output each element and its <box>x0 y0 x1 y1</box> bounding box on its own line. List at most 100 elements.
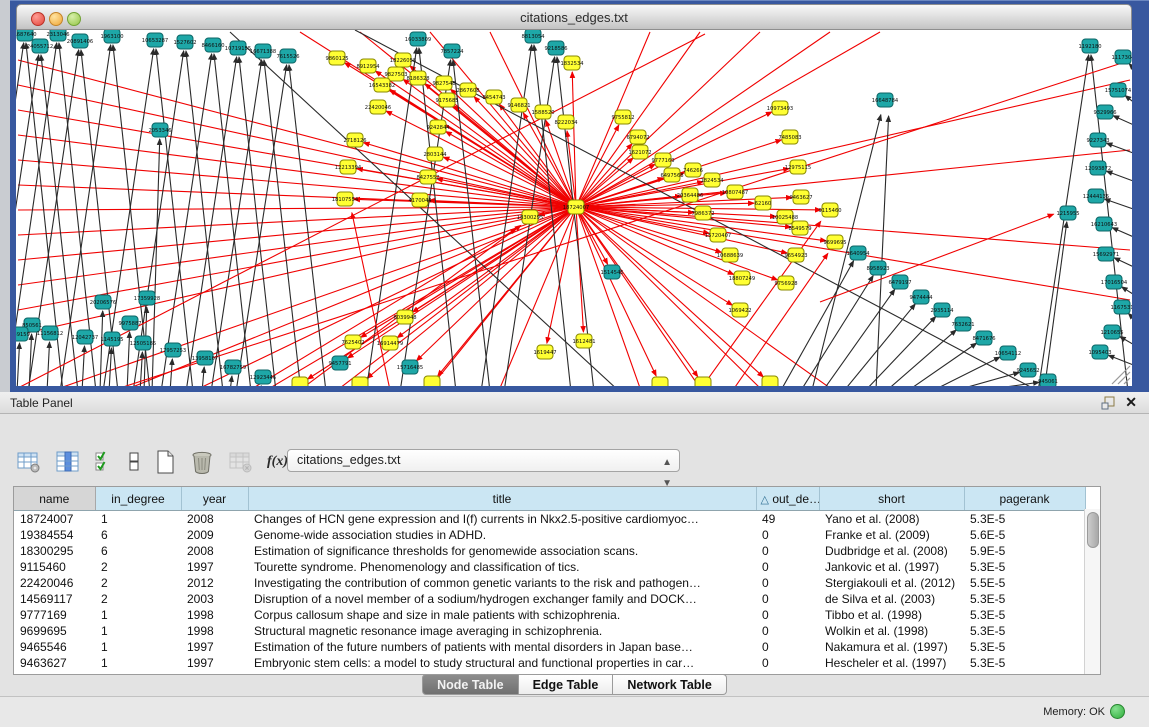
column-header-name[interactable]: name <box>14 487 95 511</box>
function-builder-icon[interactable]: f(x) <box>267 449 288 475</box>
citation-edge-black[interactable] <box>1106 171 1132 182</box>
graph-node-yellow[interactable] <box>352 377 368 386</box>
citation-edge-black[interactable] <box>1129 64 1132 71</box>
citation-edge-black[interactable] <box>1122 287 1132 296</box>
column-header-short[interactable]: short <box>819 487 964 511</box>
resize-grip-icon[interactable] <box>1118 372 1130 384</box>
column-header-in_degree[interactable]: in_degree <box>95 487 181 511</box>
graph-node-yellow[interactable] <box>424 376 440 386</box>
citation-edge-red[interactable] <box>576 32 700 207</box>
graph-node-label: 1145195 <box>100 337 123 343</box>
citation-edge-red[interactable] <box>700 221 821 386</box>
citation-edge-red[interactable] <box>576 207 763 377</box>
table-cell: Changes of HCN gene expression and I(f) … <box>248 511 756 528</box>
citation-edge-black[interactable] <box>930 357 1000 386</box>
table-cell: 0 <box>756 527 819 543</box>
citation-edge-red[interactable] <box>18 207 576 260</box>
column-header-out_de[interactable]: △ out_de… <box>756 487 819 511</box>
citation-edge-black[interactable] <box>1128 313 1132 321</box>
table-cell: 5.3E-5 <box>964 591 1085 607</box>
citation-edge-black[interactable] <box>170 359 172 386</box>
tab-network-table[interactable]: Network Table <box>613 674 727 695</box>
table-row[interactable]: 1830029562008Estimation of significance … <box>14 543 1085 559</box>
citation-edge-red[interactable] <box>576 207 830 386</box>
table-row[interactable]: 911546021997Tourette syndrome. Phenomeno… <box>14 559 1085 575</box>
citation-edge-red[interactable] <box>576 207 640 386</box>
table-row[interactable]: 2242004622012Investigating the contribut… <box>14 575 1085 591</box>
select-checklist-icon[interactable] <box>94 449 114 475</box>
graph-node-label: 1215955 <box>1056 211 1079 217</box>
citation-edge-black[interactable] <box>1114 258 1132 268</box>
graph-node-label: 2718126 <box>343 138 366 144</box>
citation-edge-black[interactable] <box>109 348 111 386</box>
table-row[interactable]: 946362711997Embryonic stem cells: a mode… <box>14 655 1085 671</box>
rows-icon[interactable] <box>127 449 141 475</box>
close-panel-icon[interactable]: ✕ <box>1125 394 1137 411</box>
citation-edge-black[interactable] <box>202 367 204 386</box>
table-cell: 2 <box>95 559 181 575</box>
citation-edge-black[interactable] <box>1125 96 1132 104</box>
graph-node-yellow[interactable] <box>652 377 668 386</box>
citation-edge-red[interactable] <box>500 207 576 386</box>
citation-edge-black[interactable] <box>1044 222 1067 386</box>
table-row[interactable]: 1456911722003Disruption of a novel membe… <box>14 591 1085 607</box>
citation-edge-black[interactable] <box>864 317 936 386</box>
citation-edge-red[interactable] <box>18 207 576 235</box>
citation-edge-red[interactable] <box>576 158 633 207</box>
table-cell: 49 <box>756 511 819 528</box>
citation-edge-black[interactable] <box>100 311 103 386</box>
graph-node-label: 1514545 <box>600 270 623 276</box>
citation-edge-black[interactable] <box>152 139 160 386</box>
delete-table-icon[interactable] <box>228 449 254 475</box>
graph-node-yellow[interactable] <box>292 377 308 386</box>
citation-edge-red[interactable] <box>576 80 1130 207</box>
network-canvas[interactable]: 9860125891295418226058982750381863289827… <box>16 30 1132 386</box>
graph-node-label: 1069422 <box>728 308 751 314</box>
citation-edge-black[interactable] <box>1104 199 1132 210</box>
tab-edge-table[interactable]: Edge Table <box>519 674 614 695</box>
graph-node-label: 6497568 <box>660 173 683 179</box>
citation-edge-black[interactable] <box>17 343 20 386</box>
table-mode-icon[interactable] <box>16 449 42 475</box>
table-scrollbar-thumb[interactable] <box>1087 512 1099 548</box>
float-panel-icon[interactable] <box>1101 396 1115 410</box>
citation-edge-black[interactable] <box>1108 355 1132 366</box>
graph-node-label: 17359928 <box>134 296 160 302</box>
graph-node-yellow[interactable] <box>695 377 711 386</box>
citation-edge-black[interactable] <box>1112 228 1132 238</box>
citation-edge-black[interactable] <box>236 65 287 386</box>
column-header-title[interactable]: title <box>248 487 756 511</box>
column-header-year[interactable]: year <box>181 487 248 511</box>
table-row[interactable]: 977716911998Corpus callosum shape and si… <box>14 607 1085 623</box>
table-cell: Franke et al. (2009) <box>819 527 964 543</box>
citation-edge-black[interactable] <box>1120 337 1132 346</box>
graph-node-yellow[interactable] <box>762 376 778 386</box>
tab-node-table[interactable]: Node Table <box>422 674 518 695</box>
graph-node-label: 20206576 <box>90 300 116 306</box>
citation-edge-red[interactable] <box>200 207 576 386</box>
citation-edge-red[interactable] <box>270 207 576 386</box>
table-row[interactable]: 1938455462009Genome-wide association stu… <box>14 527 1085 543</box>
citation-edge-black[interactable] <box>950 372 1019 386</box>
column-header-pagerank[interactable]: pagerank <box>964 487 1085 511</box>
graph-node-label: 9115460 <box>818 208 841 214</box>
citation-edge-black[interactable] <box>876 116 889 386</box>
table-row[interactable]: 946554611997Estimation of the future num… <box>14 639 1085 655</box>
table-cell: Hescheler et al. (1997) <box>819 655 964 671</box>
table-select-dropdown[interactable]: citations_edges.txt ▲▼ <box>287 449 680 472</box>
table-row[interactable]: 969969511998Structural magnetic resonanc… <box>14 623 1085 639</box>
table-row[interactable]: 1872400712008Changes of HCN gene express… <box>14 511 1085 528</box>
citation-edge-black[interactable] <box>47 342 50 386</box>
citation-edge-red[interactable] <box>18 160 576 207</box>
citation-edge-red[interactable] <box>576 207 760 386</box>
table-scrollbar[interactable] <box>1084 509 1100 674</box>
delete-column-icon[interactable] <box>189 449 215 475</box>
network-graph[interactable]: 9860125891295418226058982750381863289827… <box>16 30 1132 386</box>
citation-edge-black[interactable] <box>1113 116 1132 126</box>
citation-edge-red[interactable] <box>18 207 576 210</box>
window-titlebar[interactable]: citations_edges.txt <box>16 4 1132 30</box>
show-columns-icon[interactable] <box>55 449 81 475</box>
table-cell: 6 <box>95 543 181 559</box>
new-column-icon[interactable] <box>154 449 176 475</box>
citation-edge-black[interactable] <box>230 376 232 386</box>
